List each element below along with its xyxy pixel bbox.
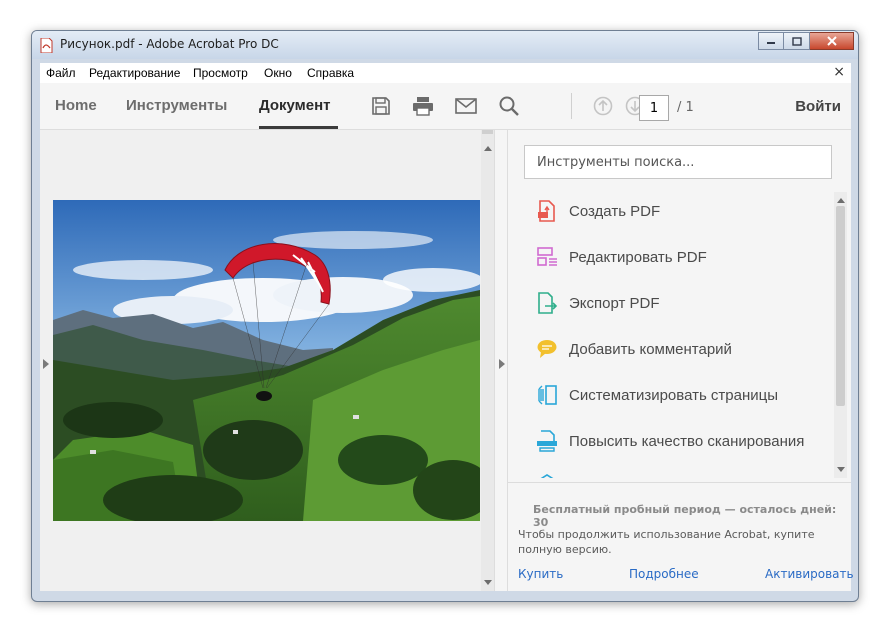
email-icon[interactable]	[455, 96, 477, 116]
trial-title: Бесплатный пробный период — осталось дне…	[533, 503, 837, 529]
print-icon[interactable]	[412, 96, 434, 116]
minimize-button[interactable]	[758, 32, 784, 50]
tool-edit-pdf[interactable]: Редактировать PDF	[536, 244, 707, 270]
tool-label: Экспорт PDF	[569, 294, 660, 312]
menu-file[interactable]: Файл	[46, 66, 76, 80]
right-panel-toggle-icon[interactable]	[499, 359, 505, 369]
close-window-button[interactable]	[810, 32, 854, 50]
window-title: Рисунок.pdf - Adobe Acrobat Pro DC	[60, 37, 279, 51]
trial-panel: Бесплатный пробный период — осталось дне…	[508, 482, 854, 592]
tool-organize-pages[interactable]: Систематизировать страницы	[536, 382, 778, 408]
active-tab-underline	[259, 126, 338, 129]
enhance-scan-icon	[537, 430, 557, 452]
edit-pdf-icon	[537, 247, 557, 266]
tool-label: Систематизировать страницы	[569, 386, 779, 404]
menu-edit[interactable]: Редактирование	[89, 66, 180, 80]
main-toolbar: Home Инструменты Документ 1 / 1 Войти	[40, 83, 851, 130]
menu-view[interactable]: Просмотр	[193, 66, 248, 80]
tools-pane: Инструменты поиска... Создать PDF Редакт…	[508, 130, 854, 592]
tools-list: Создать PDF Редактировать PDF Экспорт PD…	[508, 192, 833, 478]
toolbar-separator	[571, 93, 572, 119]
comment-icon	[537, 340, 557, 358]
tab-tools[interactable]: Инструменты	[126, 97, 227, 114]
menu-bar: Файл Редактирование Просмотр Окно Справк…	[40, 63, 851, 83]
pdf-file-icon	[40, 38, 53, 53]
tab-document[interactable]: Документ	[259, 97, 331, 114]
next-tool-icon-partial	[540, 474, 554, 478]
tool-label: Добавить комментарий	[569, 340, 732, 358]
document-scrollbar[interactable]	[481, 130, 494, 591]
activate-link[interactable]: Активировать	[765, 567, 854, 581]
tool-add-comment[interactable]: Добавить комментарий	[536, 336, 732, 362]
export-pdf-icon	[538, 292, 558, 314]
maximize-button[interactable]	[784, 32, 810, 50]
scroll-down-icon[interactable]	[837, 467, 845, 472]
left-panel-toggle-icon[interactable]	[43, 359, 49, 369]
acrobat-window: Рисунок.pdf - Adobe Acrobat Pro DC Файл …	[31, 30, 859, 602]
tool-label: Редактировать PDF	[569, 248, 707, 266]
tool-create-pdf[interactable]: Создать PDF	[536, 198, 660, 224]
tool-enhance-scan[interactable]: Повысить качество сканирования	[536, 428, 804, 454]
trial-body: Чтобы продолжить использование Acrobat, …	[518, 528, 815, 556]
menu-help[interactable]: Справка	[307, 66, 354, 80]
pane-divider[interactable]	[494, 130, 508, 591]
learn-more-link[interactable]: Подробнее	[629, 567, 699, 581]
scroll-up-icon[interactable]	[484, 146, 492, 151]
create-pdf-icon	[538, 200, 555, 222]
page-up-icon[interactable]	[592, 96, 614, 116]
document-pane	[40, 130, 489, 591]
close-document-button[interactable]: ×	[833, 64, 845, 80]
scrollbar-thumb[interactable]	[482, 130, 493, 134]
tool-label: Повысить качество сканирования	[569, 432, 805, 450]
signin-button[interactable]: Войти	[795, 98, 841, 115]
scroll-up-icon[interactable]	[837, 198, 845, 203]
maximize-icon	[791, 36, 802, 46]
menu-window[interactable]: Окно	[264, 66, 292, 80]
buy-link[interactable]: Купить	[518, 567, 563, 581]
tool-label: Создать PDF	[569, 202, 661, 220]
tools-scrollbar[interactable]	[834, 192, 847, 478]
tools-search-input[interactable]: Инструменты поиска...	[524, 145, 832, 179]
page-number-input[interactable]: 1	[639, 95, 669, 121]
title-bar: Рисунок.pdf - Adobe Acrobat Pro DC	[32, 31, 858, 59]
page-total: / 1	[677, 100, 694, 115]
paragliding-photo	[53, 200, 480, 521]
save-icon[interactable]	[370, 96, 392, 116]
search-icon[interactable]	[498, 96, 520, 116]
minimize-icon	[767, 42, 775, 44]
tool-export-pdf[interactable]: Экспорт PDF	[536, 290, 660, 316]
scrollbar-thumb[interactable]	[836, 206, 845, 406]
scroll-down-icon[interactable]	[484, 580, 492, 585]
close-icon	[826, 36, 837, 46]
organize-pages-icon	[538, 385, 557, 405]
tab-home[interactable]: Home	[55, 97, 97, 114]
caption-buttons	[758, 32, 854, 50]
